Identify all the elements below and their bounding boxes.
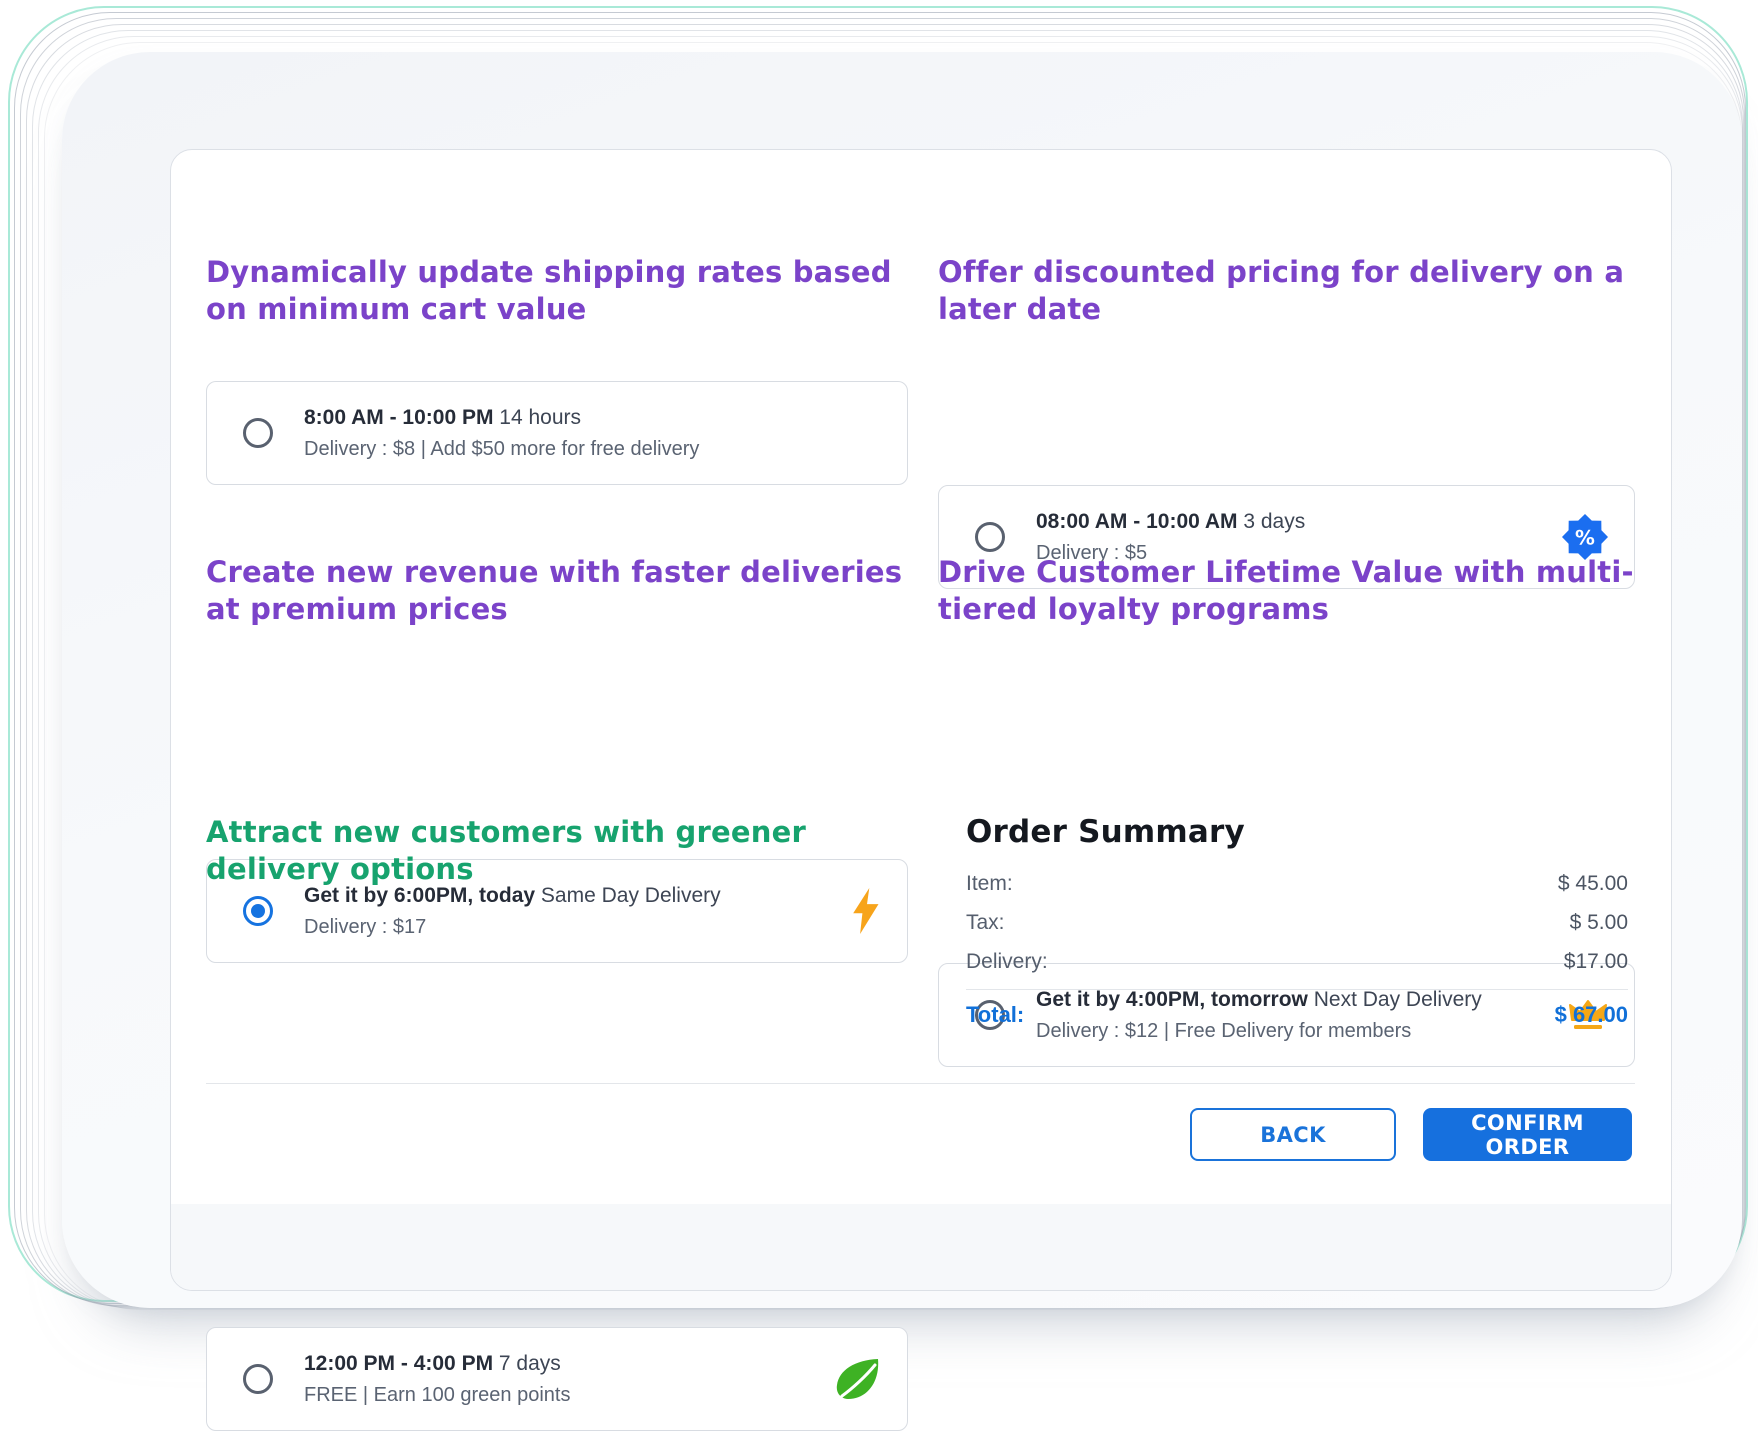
panel-footer-strip [171,1204,1671,1290]
option-title: 8:00 AM - 10:00 PM 14 hours [304,406,699,430]
summary-label: Delivery: [966,950,1048,974]
option-title: 12:00 PM - 4:00 PM 7 days [304,1352,570,1376]
checkout-panel: Dynamically update shipping rates based … [170,149,1672,1291]
summary-divider [966,989,1628,990]
option-time: 08:00 AM - 10:00 AM [1036,510,1238,533]
shipping-option-standard[interactable]: 8:00 AM - 10:00 PM 14 hours Delivery : $… [206,381,908,485]
percent-glyph: % [1575,526,1595,549]
option-duration: 7 days [499,1352,561,1375]
back-button[interactable]: BACK [1190,1108,1396,1161]
device-frame: Dynamically update shipping rates based … [62,52,1742,1308]
option-detail: Delivery : $8 | Add $50 more for free de… [304,438,699,461]
summary-value: $17.00 [1564,950,1628,974]
order-summary-title: Order Summary [966,814,1628,850]
option-time: 8:00 AM - 10:00 PM [304,406,493,429]
total-value: $ 67.00 [1555,1002,1628,1028]
radio-standard-option[interactable] [243,418,273,448]
leaf-icon [833,1357,881,1401]
section-heading-dynamic-rates: Dynamically update shipping rates based … [206,254,908,328]
summary-row-delivery: Delivery: $17.00 [966,950,1628,974]
summary-value: $ 5.00 [1570,911,1628,935]
lightning-icon [853,888,881,934]
option-title: 08:00 AM - 10:00 AM 3 days [1036,510,1305,534]
summary-row-total: Total: $ 67.00 [966,1002,1628,1028]
summary-row-item: Item: $ 45.00 [966,872,1628,896]
option-detail: Delivery : $17 [304,916,721,939]
footer-divider [206,1083,1635,1084]
option-text: 12:00 PM - 4:00 PM 7 days FREE | Earn 10… [304,1352,570,1407]
radio-later-date-option[interactable] [975,522,1005,552]
option-duration: 14 hours [499,406,581,429]
radio-green-option[interactable] [243,1364,273,1394]
section-heading-greener-delivery: Attract new customers with greener deliv… [206,814,908,888]
section-heading-discounted-later-date: Offer discounted pricing for delivery on… [938,254,1635,328]
summary-row-tax: Tax: $ 5.00 [966,911,1628,935]
option-detail: FREE | Earn 100 green points [304,1384,570,1407]
option-text: 8:00 AM - 10:00 PM 14 hours Delivery : $… [304,406,699,461]
option-time: 12:00 PM - 4:00 PM [304,1352,493,1375]
section-heading-premium-prices: Create new revenue with faster deliverie… [206,554,908,628]
section-heading-loyalty-programs: Drive Customer Lifetime Value with multi… [938,554,1635,628]
summary-value: $ 45.00 [1558,872,1628,896]
summary-label: Tax: [966,911,1005,935]
option-duration: 3 days [1243,510,1305,533]
confirm-order-button[interactable]: CONFIRM ORDER [1423,1108,1632,1161]
order-summary: Order Summary Item: $ 45.00 Tax: $ 5.00 … [966,814,1628,1028]
radio-same-day-option[interactable] [243,896,273,926]
total-label: Total: [966,1002,1024,1028]
shipping-option-green[interactable]: 12:00 PM - 4:00 PM 7 days FREE | Earn 10… [206,1327,908,1431]
option-text: Get it by 6:00PM, today Same Day Deliver… [304,884,721,939]
summary-label: Item: [966,872,1013,896]
